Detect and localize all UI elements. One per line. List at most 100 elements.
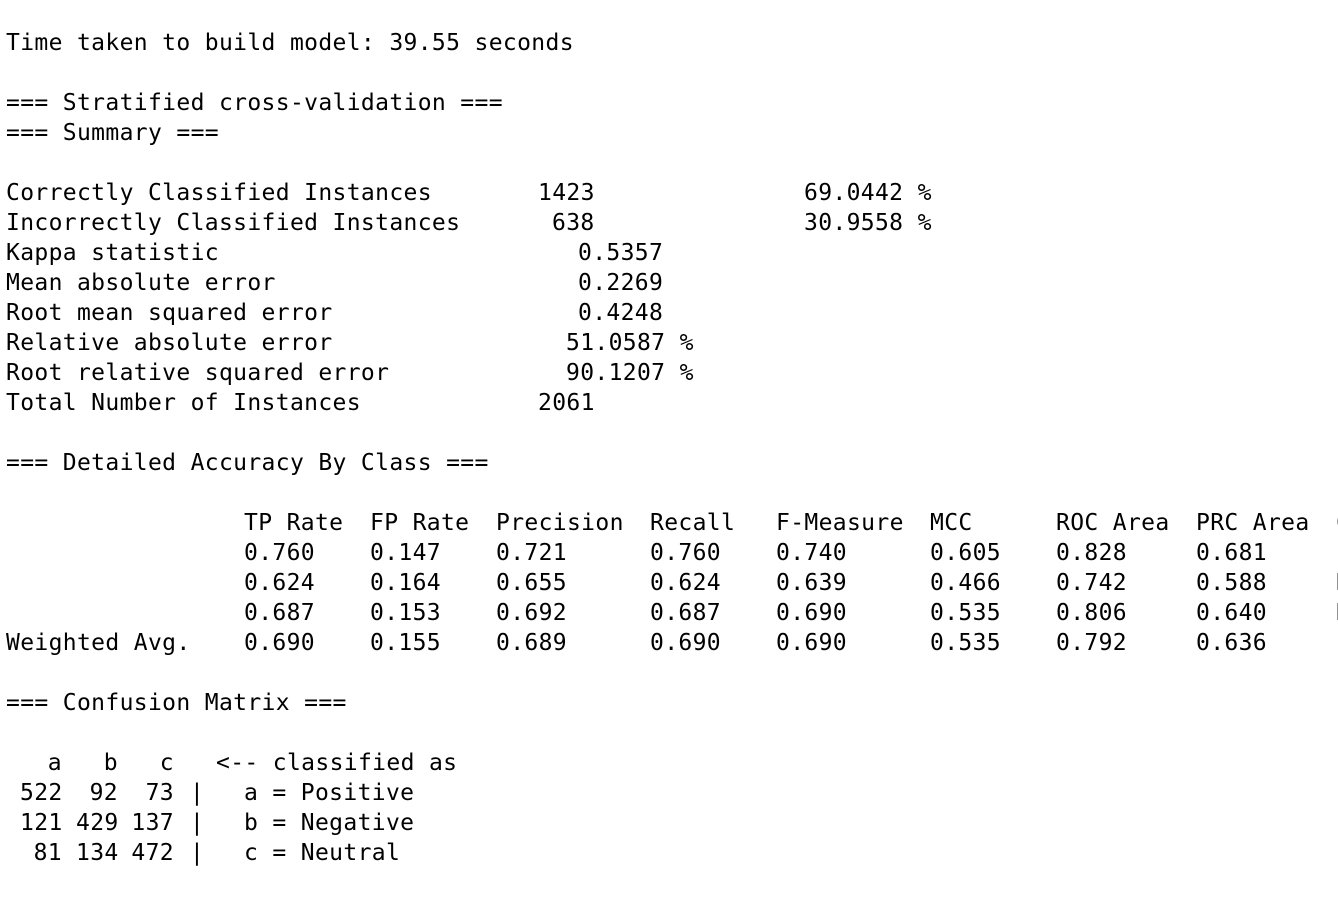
confusion-classified-note: <-- classified as bbox=[216, 750, 458, 776]
detail-cell: 0.760 bbox=[244, 540, 315, 566]
confusion-separator: | bbox=[190, 780, 205, 806]
confusion-column-header: a bbox=[47, 750, 62, 776]
detail-column-header: Precision bbox=[496, 510, 624, 536]
confusion-cell: 92 bbox=[89, 780, 118, 806]
summary-label: Correctly Classified Instances bbox=[6, 180, 432, 206]
summary-value: 1423 bbox=[538, 180, 595, 206]
detail-cell: 0.687 bbox=[244, 600, 315, 626]
confusion-separator: | bbox=[190, 810, 205, 836]
summary-value: 90.1207 % bbox=[566, 360, 694, 386]
summary-row-correct: Correctly Classified Instances 1423 69.0… bbox=[6, 178, 1338, 208]
summary-row-rmse: Root mean squared error 0.4248 bbox=[6, 298, 1338, 328]
confusion-cell: 137 bbox=[131, 810, 174, 836]
detail-column-header: F-Measure bbox=[776, 510, 904, 536]
detail-cell: 0.828 bbox=[1056, 540, 1127, 566]
summary-percent: 69.0442 % bbox=[804, 180, 932, 206]
confusion-row: 121 429 137 | b = Negative bbox=[6, 808, 1338, 838]
summary-label: Kappa statistic bbox=[6, 240, 219, 266]
confusion-cell: 134 bbox=[76, 840, 119, 866]
detail-header-row: TP Rate FP Rate Precision Recall F-Measu… bbox=[6, 508, 1338, 538]
detail-cell: 0.689 bbox=[496, 630, 567, 656]
confusion-cell: 472 bbox=[131, 840, 174, 866]
detail-cell: 0.624 bbox=[650, 570, 721, 596]
detail-cell: 0.640 bbox=[1196, 600, 1267, 626]
detail-row-class-3: 0.687 0.153 0.692 0.687 0.690 0.535 0.80… bbox=[6, 598, 1338, 628]
detail-cell: 0.690 bbox=[776, 630, 847, 656]
detail-column-header: Recall bbox=[650, 510, 736, 536]
summary-row-kappa: Kappa statistic 0.5357 bbox=[6, 238, 1338, 268]
detail-row-weighted-avg: Weighted Avg. 0.690 0.155 0.689 0.690 0.… bbox=[6, 628, 1338, 658]
detail-cell: 0.692 bbox=[496, 600, 567, 626]
detail-cell: 0.636 bbox=[1196, 630, 1267, 656]
confusion-cell: 522 bbox=[20, 780, 63, 806]
confusion-header-row: a b c <-- classified as bbox=[6, 748, 1338, 778]
summary-row-rrse: Root relative squared error 90.1207 % bbox=[6, 358, 1338, 388]
summary-row-incorrect: Incorrectly Classified Instances 638 30.… bbox=[6, 208, 1338, 238]
detail-cell: 0.535 bbox=[930, 630, 1001, 656]
detail-column-header: PRC Area bbox=[1196, 510, 1310, 536]
detail-column-header: FP Rate bbox=[370, 510, 470, 536]
summary-label: Mean absolute error bbox=[6, 270, 276, 296]
detail-cell: 0.806 bbox=[1056, 600, 1127, 626]
detail-cell: 0.153 bbox=[370, 600, 441, 626]
detail-cell: 0.605 bbox=[930, 540, 1001, 566]
confusion-row: 522 92 73 | a = Positive bbox=[6, 778, 1338, 808]
confusion-cell: 73 bbox=[145, 780, 174, 806]
detail-cell: 0.690 bbox=[244, 630, 315, 656]
summary-heading: === Summary === bbox=[6, 120, 219, 146]
summary-label: Total Number of Instances bbox=[6, 390, 361, 416]
detail-row-class-1: 0.760 0.147 0.721 0.760 0.740 0.605 0.82… bbox=[6, 538, 1338, 568]
detail-cell: 0.624 bbox=[244, 570, 315, 596]
summary-row-rae: Relative absolute error 51.0587 % bbox=[6, 328, 1338, 358]
summary-row-total: Total Number of Instances 2061 bbox=[6, 388, 1338, 418]
confusion-column-header: b bbox=[103, 750, 118, 776]
summary-value: 0.4248 bbox=[578, 300, 664, 326]
confusion-row: 81 134 472 | c = Neutral bbox=[6, 838, 1338, 868]
build-time-line: Time taken to build model: 39.55 seconds bbox=[6, 30, 574, 56]
detail-cell: 0.535 bbox=[930, 600, 1001, 626]
detail-cell: 0.690 bbox=[776, 600, 847, 626]
summary-label: Root mean squared error bbox=[6, 300, 333, 326]
detail-column-header: MCC bbox=[930, 510, 973, 536]
detail-cell: 0.588 bbox=[1196, 570, 1267, 596]
summary-value: 638 bbox=[552, 210, 595, 236]
confusion-cell: 81 bbox=[33, 840, 62, 866]
confusion-cell: 429 bbox=[76, 810, 119, 836]
confusion-class-label: c = Neutral bbox=[244, 840, 401, 866]
detail-cell: 0.690 bbox=[650, 630, 721, 656]
cross-validation-heading: === Stratified cross-validation === bbox=[6, 90, 503, 116]
summary-value: 51.0587 % bbox=[566, 330, 694, 356]
detail-column-header: ROC Area bbox=[1056, 510, 1170, 536]
summary-label: Incorrectly Classified Instances bbox=[6, 210, 461, 236]
detail-cell: 0.742 bbox=[1056, 570, 1127, 596]
summary-value: 2061 bbox=[538, 390, 595, 416]
confusion-separator: | bbox=[190, 840, 205, 866]
detailed-accuracy-heading: === Detailed Accuracy By Class === bbox=[6, 450, 489, 476]
confusion-cell: 121 bbox=[20, 810, 63, 836]
detail-column-header: TP Rate bbox=[244, 510, 344, 536]
summary-value: 0.2269 bbox=[578, 270, 664, 296]
detail-cell: 0.147 bbox=[370, 540, 441, 566]
detail-cell: 0.655 bbox=[496, 570, 567, 596]
detail-cell: 0.721 bbox=[496, 540, 567, 566]
detail-cell: 0.681 bbox=[1196, 540, 1267, 566]
detail-cell: 0.760 bbox=[650, 540, 721, 566]
confusion-class-label: b = Negative bbox=[244, 810, 415, 836]
detail-cell: 0.687 bbox=[650, 600, 721, 626]
summary-percent: 30.9558 % bbox=[804, 210, 932, 236]
detail-cell: 0.466 bbox=[930, 570, 1001, 596]
detail-row-class-2: 0.624 0.164 0.655 0.624 0.639 0.466 0.74… bbox=[6, 568, 1338, 598]
detail-cell: 0.792 bbox=[1056, 630, 1127, 656]
summary-row-mae: Mean absolute error 0.2269 bbox=[6, 268, 1338, 298]
confusion-matrix-heading: === Confusion Matrix === bbox=[6, 690, 347, 716]
detail-cell: 0.740 bbox=[776, 540, 847, 566]
detail-cell: 0.164 bbox=[370, 570, 441, 596]
confusion-column-header: c bbox=[159, 750, 174, 776]
weka-output-console: Time taken to build model: 39.55 seconds… bbox=[6, 28, 1338, 908]
confusion-class-label: a = Positive bbox=[244, 780, 415, 806]
detail-cell: 0.155 bbox=[370, 630, 441, 656]
detail-cell: 0.639 bbox=[776, 570, 847, 596]
summary-label: Relative absolute error bbox=[6, 330, 333, 356]
detail-row-label: Weighted Avg. bbox=[6, 630, 191, 656]
summary-value: 0.5357 bbox=[578, 240, 664, 266]
